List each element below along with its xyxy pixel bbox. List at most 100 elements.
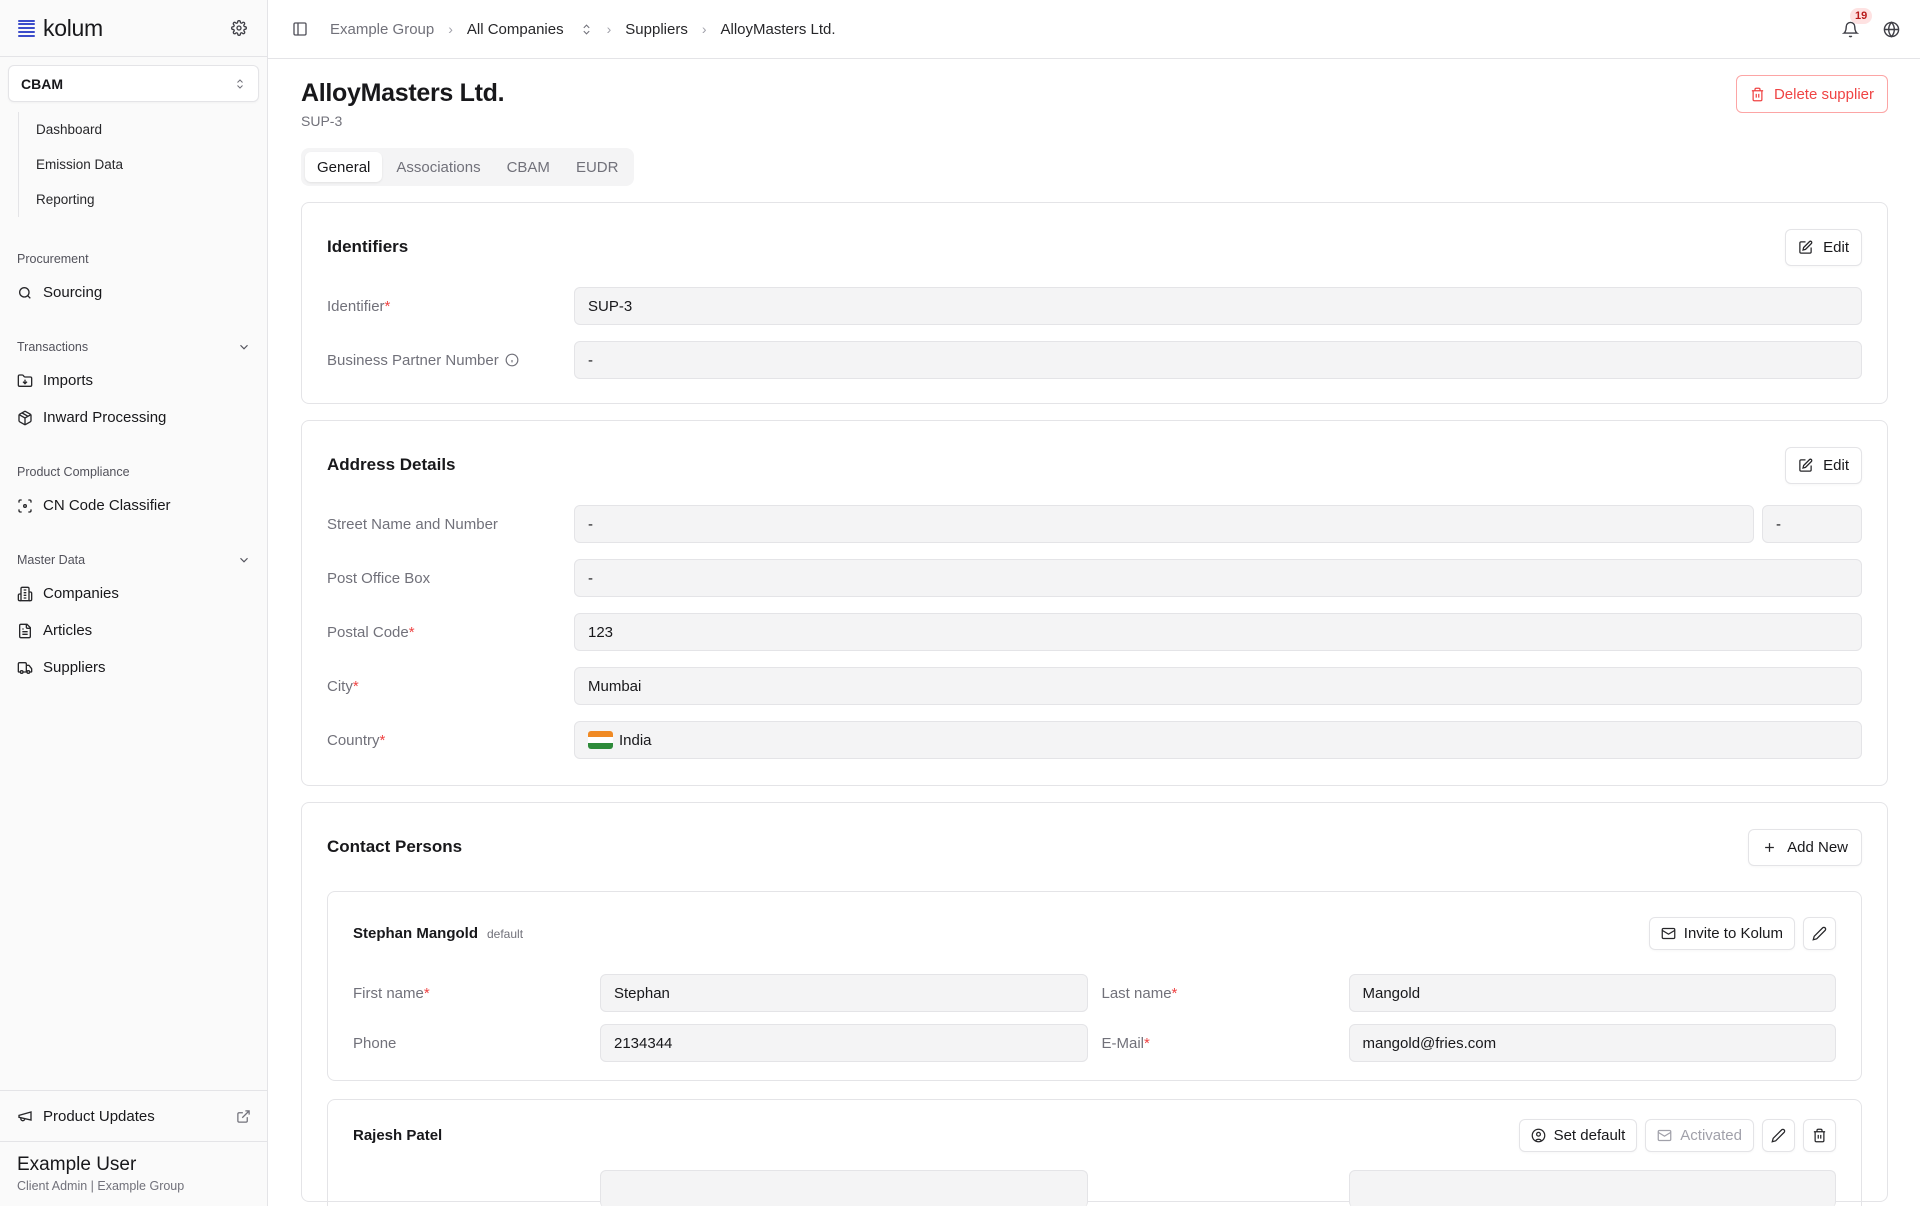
add-new-label: Add New (1787, 838, 1848, 856)
user-role: Client Admin | Example Group (17, 1179, 185, 1193)
identifier-field[interactable]: SUP-3 (574, 287, 1862, 325)
identifiers-title: Identifiers (327, 237, 409, 256)
last-name-field[interactable]: Mangold (1348, 974, 1836, 1012)
group-label-product-compliance: Product Compliance (17, 465, 130, 479)
last-name-row: Last name* Mangold (1102, 968, 1836, 1018)
identifier-label: Identifier* (327, 297, 391, 315)
sub-nav-dashboard[interactable]: Dashboard (19, 112, 267, 147)
breadcrumb-suppliers[interactable]: Suppliers (625, 21, 688, 38)
first-name-field[interactable]: Stephan (600, 974, 1088, 1012)
group-label-transactions[interactable]: Transactions (0, 332, 267, 362)
add-contact-button[interactable]: Add New (1748, 828, 1862, 866)
delete-supplier-button[interactable]: Delete supplier (1735, 75, 1888, 113)
sidebar-footer: Product Updates Example User Client Admi… (0, 1090, 267, 1206)
chevron-down-icon (240, 344, 248, 350)
set-default-button[interactable]: Set default (1518, 1118, 1638, 1152)
identifier-row: Identifier* SUP-3 (327, 279, 1862, 333)
sidebar-item-suppliers[interactable]: Suppliers (0, 649, 267, 686)
group-label-master-data[interactable]: Master Data (0, 545, 267, 575)
product-updates-label: Product Updates (43, 1107, 155, 1125)
edit-contact-button[interactable] (1803, 916, 1836, 950)
address-details-title: Address Details (327, 455, 456, 474)
business-partner-number-field[interactable]: - (574, 341, 1862, 379)
sidebar-item-label: Imports (43, 372, 94, 389)
file-text-icon (19, 623, 31, 638)
tab-general[interactable]: General (305, 152, 383, 182)
country-row: Country* India (327, 713, 1862, 767)
building-icon (17, 586, 33, 601)
folder-import-icon (17, 373, 33, 387)
info-icon[interactable] (505, 353, 519, 367)
breadcrumb-example-group[interactable]: Example Group (330, 21, 434, 38)
breadcrumb-current: AlloyMasters Ltd. (720, 20, 836, 38)
breadcrumb-separator-icon: › (701, 21, 707, 37)
user-profile[interactable]: Example User Client Admin | Example Grou… (0, 1142, 267, 1206)
identifiers-edit-button[interactable]: Edit (1785, 228, 1862, 266)
invite-label: Invite to Kolum (1683, 924, 1783, 942)
street-label: Street Name and Number (327, 515, 498, 533)
module-select-value: CBAM (21, 75, 63, 92)
address-details-card: Address Details Edit Street Name and Num… (301, 420, 1888, 786)
last-name-field[interactable] (1348, 1170, 1836, 1206)
chevrons-up-down-icon (237, 78, 243, 89)
language-globe-icon[interactable] (1883, 20, 1900, 38)
delete-contact-button[interactable] (1803, 1118, 1836, 1152)
notifications-count-badge: 19 (1850, 7, 1873, 24)
city-row: City* Mumbai (327, 659, 1862, 713)
edit-icon (1799, 458, 1813, 472)
pencil-icon (1812, 926, 1827, 941)
activated-label: Activated (1680, 1126, 1742, 1144)
notifications-bell-icon[interactable]: 19 (1842, 7, 1873, 38)
address-edit-button[interactable]: Edit (1785, 446, 1862, 484)
activated-button: Activated (1645, 1118, 1754, 1152)
edit-contact-button[interactable] (1762, 1118, 1795, 1152)
sidebar-item-cn-code-classifier[interactable]: CN Code Classifier (0, 487, 267, 524)
sidebar-item-label: Companies (43, 585, 119, 602)
settings-gear-icon[interactable] (227, 16, 251, 40)
edit-icon (1799, 240, 1813, 254)
sidebar-item-inward-processing[interactable]: Inward Processing (0, 399, 267, 436)
logo-icon (18, 19, 35, 37)
india-flag-icon (588, 731, 613, 749)
sidebar-item-sourcing[interactable]: Sourcing (0, 274, 267, 311)
tab-eudr[interactable]: EUDR (564, 152, 631, 182)
company-switch-icon[interactable] (580, 23, 593, 36)
city-field[interactable]: Mumbai (574, 667, 1862, 705)
postal-code-label: Postal Code* (327, 623, 415, 641)
trash-icon (1751, 87, 1764, 101)
sidebar-toggle-icon[interactable] (292, 21, 308, 37)
sub-nav-emission-data[interactable]: Emission Data (19, 147, 267, 182)
contact-persons-card: Contact Persons Add New Stephan Mangold … (301, 802, 1888, 1206)
product-updates-link[interactable]: Product Updates (0, 1090, 267, 1142)
tab-associations[interactable]: Associations (384, 152, 492, 182)
sidebar: kolum CBAM Dashboard Emission Data Repor… (0, 0, 268, 1206)
po-box-label: Post Office Box (327, 569, 431, 587)
tab-cbam[interactable]: CBAM (495, 152, 562, 182)
sidebar-item-articles[interactable]: Articles (0, 612, 267, 649)
sidebar-item-label: Sourcing (43, 284, 103, 301)
group-label-procurement: Procurement (17, 252, 89, 266)
sidebar-item-imports[interactable]: Imports (0, 362, 267, 399)
logo[interactable]: kolum (18, 15, 227, 42)
country-value: India (619, 731, 652, 749)
breadcrumb-all-companies[interactable]: All Companies (467, 21, 564, 38)
first-name-field[interactable] (600, 1170, 1088, 1206)
edit-label: Edit (1823, 238, 1849, 256)
module-select[interactable]: CBAM (8, 65, 259, 102)
phone-field[interactable]: 2134344 (600, 1024, 1088, 1062)
invite-to-kolum-button[interactable]: Invite to Kolum (1648, 916, 1795, 950)
country-field[interactable]: India (574, 721, 1862, 759)
street-number-field[interactable]: - (1762, 505, 1862, 543)
sub-nav-reporting[interactable]: Reporting (19, 182, 267, 217)
breadcrumb-separator-icon: › (606, 21, 612, 37)
sidebar-item-companies[interactable]: Companies (0, 575, 267, 612)
delete-supplier-label: Delete supplier (1773, 85, 1874, 103)
postal-code-field[interactable]: 123 (574, 613, 1862, 651)
scan-icon (18, 498, 32, 513)
street-name-field[interactable]: - (574, 505, 1754, 543)
first-name-row: First name* Stephan (353, 968, 1088, 1018)
mail-icon (1661, 927, 1676, 939)
email-field[interactable]: mangold@fries.com (1348, 1024, 1836, 1062)
breadcrumb: Example Group › All Companies › Supplier… (292, 21, 1842, 38)
po-box-field[interactable]: - (574, 559, 1862, 597)
